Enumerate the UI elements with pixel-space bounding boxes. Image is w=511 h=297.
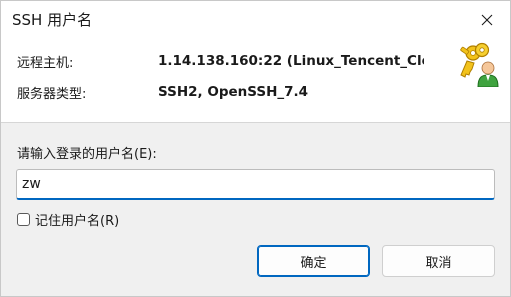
remote-host-label: 远程主机: (17, 55, 74, 71)
server-type-label: 服务器类型: (17, 86, 87, 102)
username-input[interactable] (16, 169, 495, 200)
title-bar: SSH 用户名 (1, 1, 510, 39)
username-prompt-label: 请输入登录的用户名(E): (17, 147, 157, 162)
keys-user-icon (460, 42, 499, 87)
window-title: SSH 用户名 (12, 11, 93, 29)
close-button[interactable] (464, 1, 510, 39)
remote-host-row: 远程主机: 1.14.138.160:22 (Linux_Tencent_Clo… (17, 51, 424, 71)
remember-username-checkbox[interactable] (17, 212, 30, 226)
remote-host-value: 1.14.138.160:22 (Linux_Tencent_Clou (158, 53, 424, 69)
close-icon (481, 14, 493, 26)
cancel-button[interactable]: 取消 (382, 245, 495, 277)
server-type-value: SSH2, OpenSSH_7.4 (158, 84, 309, 100)
ssh-username-dialog: SSH 用户名 远程主机: 1.14.138.160:22 (Linux_Ten… (0, 0, 511, 297)
ok-button[interactable]: 确定 (257, 245, 370, 277)
remember-username-toggle[interactable]: 记住用户名(R) (17, 209, 119, 229)
connection-info-panel: 远程主机: 1.14.138.160:22 (Linux_Tencent_Clo… (1, 39, 510, 122)
remember-username-label: 记住用户名(R) (35, 213, 120, 229)
login-form-area: 请输入登录的用户名(E): 记住用户名(R) 确定 取消 (1, 123, 510, 296)
server-type-row: 服务器类型: SSH2, OpenSSH_7.4 (17, 82, 424, 102)
